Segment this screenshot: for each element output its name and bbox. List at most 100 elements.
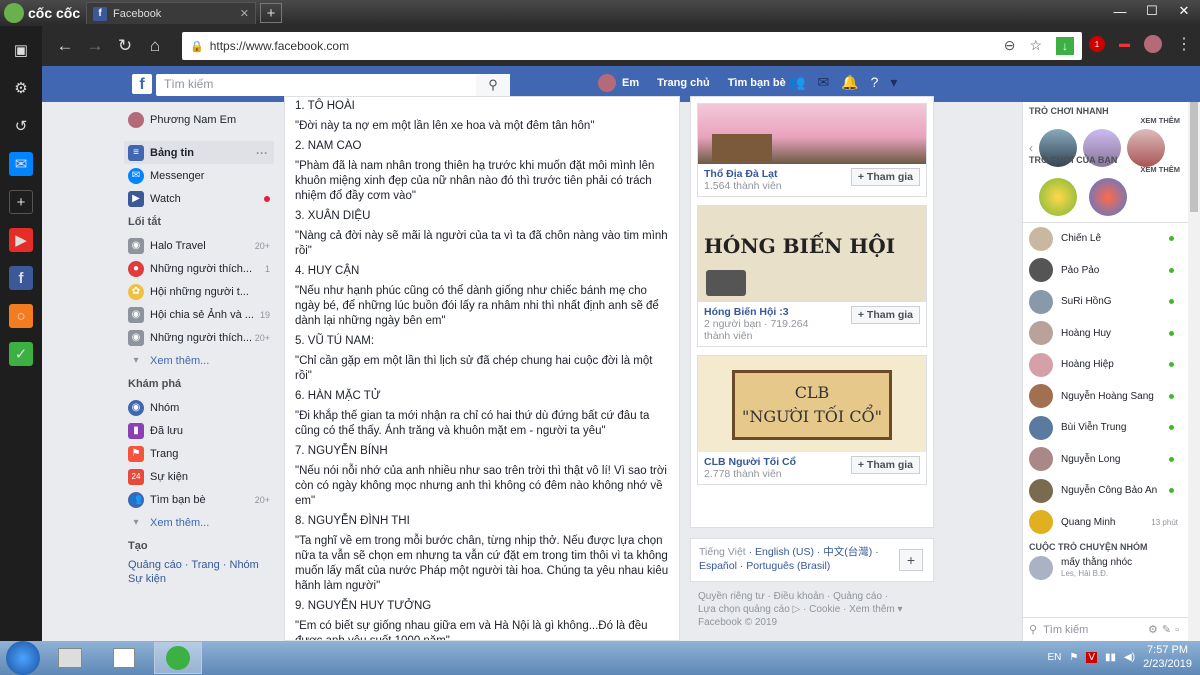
facebook-icon[interactable]: f <box>9 266 33 290</box>
join-group-button[interactable]: + Tham gia <box>850 456 920 474</box>
download-icon[interactable]: ↓ <box>1056 37 1074 55</box>
chat-contact[interactable]: Pảo Pảo <box>1023 255 1188 287</box>
group-name[interactable]: Thổ Địa Đà Lạt <box>704 168 782 180</box>
profile-link[interactable]: Em <box>598 74 639 92</box>
facebook-logo-icon[interactable]: f <box>132 74 152 94</box>
join-group-button[interactable]: + Tham gia <box>850 168 920 186</box>
shortcut-item[interactable]: ● Những người thích... 1 <box>128 257 276 280</box>
forward-icon[interactable]: → <box>80 36 110 56</box>
home-icon[interactable]: ⌂ <box>140 36 170 56</box>
group-cover-image[interactable]: HÓNG BIẾN HỘI <box>698 206 926 302</box>
group-name[interactable]: Hóng Biến Hội :3 <box>704 306 834 318</box>
search-app-icon[interactable]: ○ <box>9 304 33 328</box>
more-icon[interactable]: ··· <box>256 146 268 160</box>
group-cover-image[interactable]: CLB "NGƯỜI TỐI CỔ" <box>698 356 926 452</box>
user-profile-link[interactable]: Phương Nam Em <box>128 108 276 131</box>
notifications-icon[interactable]: 🔔 <box>841 74 858 91</box>
chat-contact[interactable]: Chiến Lê <box>1023 223 1188 255</box>
nav-news-feed[interactable]: ≡ Bảng tin ··· <box>124 141 274 164</box>
menu-icon[interactable]: ⋮ <box>1176 34 1192 54</box>
shortcut-item[interactable]: ◉ Những người thích... 20+ <box>128 326 276 349</box>
add-icon[interactable]: + <box>9 190 33 214</box>
search-icon[interactable]: ⚲ <box>476 74 510 96</box>
find-friends-link[interactable]: Tìm bạn bè <box>728 77 786 89</box>
group-name[interactable]: CLB Người Tối Cổ <box>704 456 796 468</box>
footer-line-1[interactable]: Quyền riêng tư · Điều khoản · Quảng cáo … <box>698 590 934 603</box>
messages-icon[interactable]: ✉ <box>817 74 829 91</box>
reload-icon[interactable]: ↻ <box>110 36 140 56</box>
language-links[interactable]: English (US) · 中文(台灣) · <box>755 546 879 558</box>
new-tab-button[interactable]: + <box>260 3 282 23</box>
create-event-link[interactable]: Sự kiện <box>128 572 276 586</box>
chat-contact[interactable]: SuRi HồnG <box>1023 286 1188 318</box>
maximize-icon[interactable]: ☐ <box>1136 0 1168 22</box>
join-group-button[interactable]: + Tham gia <box>850 306 920 324</box>
create-links[interactable]: Quảng cáo · Trang · Nhóm <box>128 558 276 572</box>
history-icon[interactable]: ↺ <box>9 114 33 138</box>
chat-contact[interactable]: Quang Minh 13 phút <box>1023 507 1188 539</box>
chat-contact[interactable]: Bùi Viễn Trung <box>1023 412 1188 444</box>
close-tab-icon[interactable]: ✕ <box>240 7 249 20</box>
taskbar-app-icon[interactable] <box>100 642 148 674</box>
bookmark-star-icon[interactable]: ☆ <box>1029 37 1042 55</box>
extension-2-icon[interactable]: ▬ <box>1119 38 1130 50</box>
see-more-games[interactable]: XEM THÊM <box>1023 116 1188 125</box>
footer-line-2[interactable]: Lựa chọn quảng cáo ▷ · Cookie · Xem thêm… <box>698 603 934 616</box>
volume-icon[interactable]: ◀) <box>1124 652 1135 663</box>
game-thumbnail[interactable] <box>1089 178 1127 216</box>
sidebar-toggle-icon[interactable]: ▣ <box>9 38 33 62</box>
chat-contact[interactable]: Nguyễn Long <box>1023 444 1188 476</box>
address-bar[interactable]: 🔒 https://www.facebook.com ⊖ ☆ ↓ <box>182 32 1082 60</box>
home-link[interactable]: Trang chủ <box>657 77 710 89</box>
scrollbar-thumb[interactable] <box>1190 102 1198 212</box>
friend-requests-icon[interactable]: 👥 <box>788 74 805 91</box>
chat-contact[interactable]: Nguyễn Hoàng Sang <box>1023 381 1188 413</box>
antivirus-icon[interactable]: V <box>1086 651 1098 663</box>
messenger-icon[interactable]: ✉ <box>9 152 33 176</box>
shortcut-item[interactable]: ◉ Halo Travel 20+ <box>128 234 276 257</box>
shortcut-item[interactable]: ◉ Hội chia sẻ Ảnh và ... 19 <box>128 303 276 326</box>
youtube-icon[interactable]: ▶ <box>9 228 33 252</box>
language-indicator[interactable]: EN <box>1047 652 1061 663</box>
nav-watch[interactable]: ▶ Watch <box>128 187 276 210</box>
see-more-explore[interactable]: ▾ Xem thêm... <box>128 511 276 534</box>
nav-saved[interactable]: ▮ Đã lưu <box>128 419 276 442</box>
close-window-icon[interactable]: ✕ <box>1168 0 1200 22</box>
chat-contact[interactable]: Hoàng Huy <box>1023 318 1188 350</box>
chat-contact[interactable]: Nguyễn Công Bảo An <box>1023 475 1188 507</box>
network-icon[interactable]: ▮▮ <box>1105 652 1116 663</box>
extension-icon[interactable]: 1 <box>1089 36 1105 52</box>
back-icon[interactable]: ← <box>50 36 80 56</box>
chat-options-icon[interactable]: ⚙✎▫ <box>1148 623 1183 636</box>
add-language-button[interactable]: + <box>899 549 923 571</box>
chevron-left-icon[interactable]: ‹ <box>1029 141 1033 155</box>
group-chat-item[interactable]: mấy thằng nhóc Les, Hải B.Đ. <box>1023 552 1188 584</box>
start-button[interactable] <box>6 641 40 675</box>
scrollbar[interactable] <box>1188 102 1200 641</box>
browser-tab[interactable]: f Facebook ✕ <box>86 2 256 24</box>
shortcut-item[interactable]: ✿ Hội những người t... <box>128 280 276 303</box>
zoom-icon[interactable]: ⊖ <box>1004 37 1016 55</box>
game-thumbnail[interactable] <box>1127 129 1165 167</box>
nav-messenger[interactable]: ✉ Messenger <box>128 164 276 187</box>
nav-groups[interactable]: ◉ Nhóm <box>128 396 276 419</box>
clock[interactable]: 7:57 PM 2/23/2019 <box>1143 643 1192 671</box>
nav-pages[interactable]: ⚑ Trang <box>128 442 276 465</box>
coccoc-app-icon[interactable]: ✓ <box>9 342 33 366</box>
game-thumbnail[interactable] <box>1039 178 1077 216</box>
help-icon[interactable]: ? <box>871 74 879 91</box>
taskbar-coccoc-icon[interactable] <box>154 642 202 674</box>
nav-find-friends[interactable]: 👥 Tìm bạn bè 20+ <box>128 488 276 511</box>
facebook-search-input[interactable]: Tìm kiếm ⚲ <box>156 74 510 96</box>
nav-events[interactable]: 24 Sự kiện <box>128 465 276 488</box>
flag-icon[interactable]: ⚑ <box>1069 652 1078 663</box>
taskbar-app-icon[interactable] <box>46 642 94 674</box>
chat-contact[interactable]: Hoàng Hiệp <box>1023 349 1188 381</box>
minimize-icon[interactable]: — <box>1104 0 1136 22</box>
account-menu-icon[interactable]: ▾ <box>890 74 897 91</box>
language-links-2[interactable]: Español · Português (Brasil) <box>699 559 925 573</box>
profile-avatar-icon[interactable] <box>1144 35 1162 53</box>
settings-icon[interactable]: ⚙ <box>9 76 33 100</box>
group-cover-image[interactable] <box>698 104 926 164</box>
browser-logo[interactable]: cốc cốc <box>4 3 80 23</box>
